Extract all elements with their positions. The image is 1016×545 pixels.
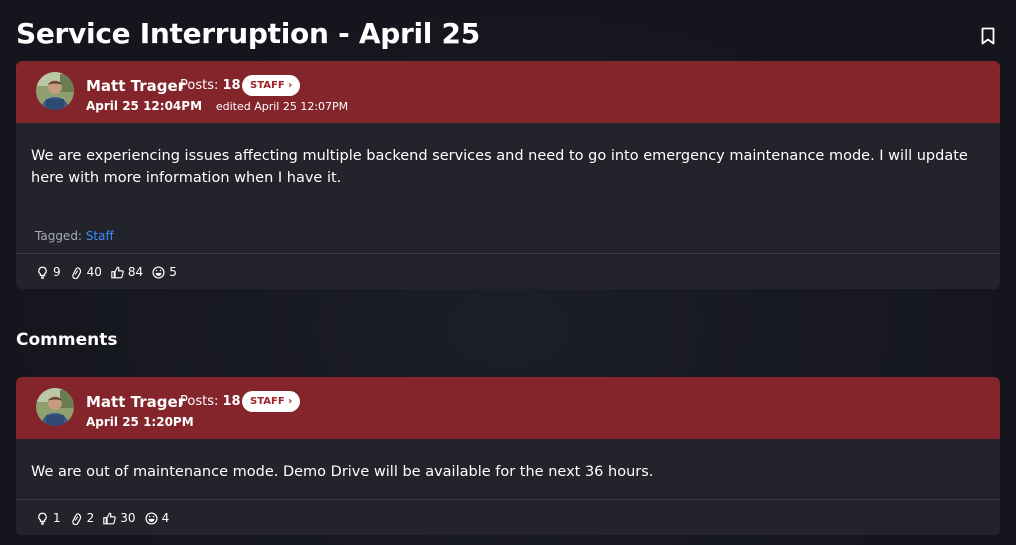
comment-card: Matt Trager Posts: 18 STAFF › April 25 1… [16,377,1000,535]
reaction-thinking[interactable]: 2 [70,511,95,525]
reaction-count: 2 [86,511,95,525]
thumbs-up-icon [103,512,116,525]
tag-link-staff[interactable]: Staff [86,229,114,243]
author-name[interactable]: Matt Trager [86,393,185,411]
comment-header: Matt Trager Posts: 18 STAFF › April 25 1… [16,377,1000,439]
thumbs-up-icon [111,266,124,279]
reaction-count: 84 [127,265,144,279]
posts-count: 18 [222,394,241,409]
author-avatar[interactable] [36,72,74,110]
staff-badge[interactable]: STAFF › [242,391,301,412]
post-body: We are experiencing issues affecting mul… [31,148,968,186]
author-post-count: Posts: 18 [180,78,241,93]
divider [16,499,1000,500]
reaction-count: 30 [120,511,136,525]
bookmark-icon[interactable] [980,27,996,45]
lightbulb-icon [36,512,49,525]
posts-count: 18 [222,78,241,93]
post-date: April 25 12:04PM [86,99,203,113]
author-avatar[interactable] [36,388,74,426]
posts-label: Posts: [180,78,219,93]
comment-date: April 25 1:20PM [86,415,194,429]
post-edited-date: edited April 25 12:07PM [215,100,349,113]
reaction-thumbs-up[interactable]: 84 [111,265,143,279]
reaction-laughing[interactable]: 5 [152,265,177,279]
post-card: Matt Trager Posts: 18 STAFF › April 25 1… [16,61,1000,289]
posts-label: Posts: [180,394,219,409]
comment-meta: April 25 1:20PM [86,415,194,429]
author-post-count: Posts: 18 [180,394,241,409]
author-name[interactable]: Matt Trager [86,77,185,95]
laughing-icon [152,266,165,279]
comments-heading: Comments [16,330,118,350]
tagged-label: Tagged: [35,229,82,243]
comment-body: We are out of maintenance mode. Demo Dri… [31,464,654,480]
page-title: Service Interruption - April 25 [16,17,480,50]
reaction-count: 40 [86,265,102,279]
post-tags: Tagged: Staff [35,229,114,243]
reaction-thinking[interactable]: 40 [70,265,102,279]
laughing-icon [145,512,158,525]
lightbulb-icon [36,266,49,279]
comment-reactions: 1 2 30 4 [36,511,169,525]
reaction-thumbs-up[interactable]: 30 [103,511,136,525]
post-header: Matt Trager Posts: 18 STAFF › April 25 1… [16,61,1000,123]
reaction-count: 9 [53,265,61,279]
staff-badge[interactable]: STAFF › [242,75,301,96]
reaction-lightbulb[interactable]: 9 [36,265,61,279]
reaction-lightbulb[interactable]: 1 [36,511,61,525]
divider [16,253,1000,254]
reaction-laughing[interactable]: 4 [145,511,170,525]
reaction-count: 5 [169,265,177,279]
reaction-count: 1 [53,511,61,525]
post-meta: April 25 12:04PM edited April 25 12:07PM [86,99,348,113]
reaction-count: 4 [161,511,170,525]
thinking-icon [70,512,83,525]
thinking-icon [70,266,83,279]
post-reactions: 9 40 84 5 [36,265,177,279]
